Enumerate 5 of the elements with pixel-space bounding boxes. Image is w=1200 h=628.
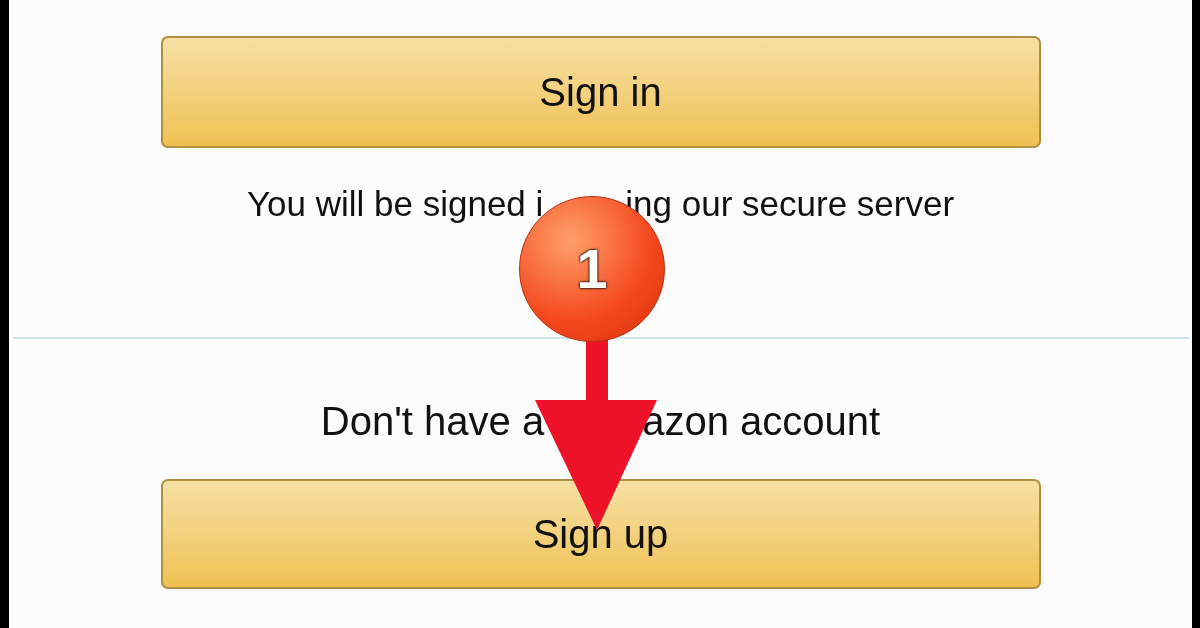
account-prompt-text: Don't have a [320,401,545,441]
sign-in-button[interactable]: Sign in [160,36,1041,148]
secure-note-text: You will be signed i [246,186,544,221]
sign-up-button[interactable]: Sign up [160,479,1041,589]
account-prompt-text: azon account [642,401,881,441]
